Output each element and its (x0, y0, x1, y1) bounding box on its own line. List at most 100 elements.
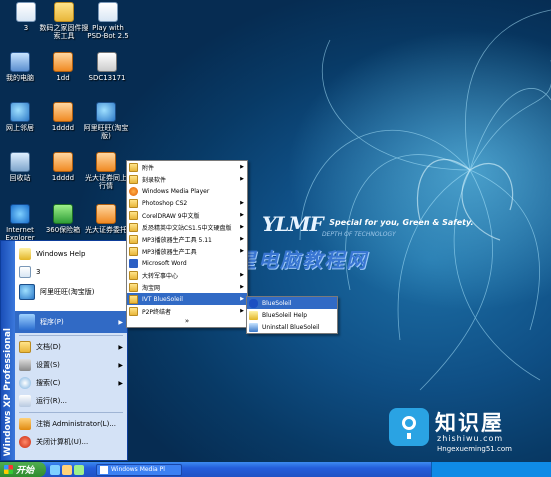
ie-icon (10, 204, 30, 224)
start-item-shutdown[interactable]: 关闭计算机(U)... (15, 433, 127, 451)
folder-icon (129, 210, 138, 220)
start-item-windows-help[interactable]: Windows Help (15, 245, 127, 263)
app-icon[interactable] (74, 464, 84, 475)
site-url: Hngexueming51.com (437, 445, 512, 453)
wallpaper-brand: YLMF Special for you, Green & Safety. DE… (262, 212, 474, 238)
brand-tagline: Special for you, Green & Safety. (329, 218, 474, 227)
start-item-3[interactable]: 3 (15, 263, 127, 281)
programs-menu: 附件 ▶ 刻录软件 ▶ Windows Media Player Photoshop… (126, 160, 248, 328)
menu-item-ivt-bluesoleil[interactable]: IVT BlueSoleil ▶ (127, 293, 247, 305)
arrow-right-icon: ▶ (118, 318, 123, 326)
arrow-right-icon: ▶ (240, 308, 244, 314)
menu-item[interactable]: 大转军事中心 ▶ (127, 269, 247, 281)
folder-icon (129, 174, 138, 184)
run-icon (19, 395, 31, 407)
menu-item[interactable]: Windows Media Player (127, 185, 247, 197)
app-icon (96, 152, 116, 172)
network-icon (10, 102, 30, 122)
video-icon (97, 52, 117, 72)
arrow-right-icon: ▶ (240, 236, 244, 242)
document-icon (98, 2, 118, 22)
folder-icon (129, 306, 138, 316)
start-menu: Windows XP Professional Windows Help 3 阿… (0, 240, 128, 461)
arrow-right-icon: ▶ (240, 296, 244, 302)
recycle-bin-icon (10, 152, 30, 172)
desktop-icon[interactable]: 回收站 (0, 152, 43, 182)
folder-icon (129, 222, 138, 232)
start-item-settings[interactable]: 设置(S) ▶ (15, 356, 127, 374)
desktop-icon[interactable]: 1dd (40, 52, 86, 82)
desktop-icon[interactable]: 1dddd (40, 102, 86, 132)
folder-icon (129, 162, 138, 172)
folder-icon (129, 270, 138, 280)
start-item-programs[interactable]: 程序(P) ▶ (15, 311, 127, 333)
uninstall-icon (249, 322, 258, 332)
start-item-logoff[interactable]: 注销 Administrator(L)... (15, 415, 127, 433)
taskbar: 开始 Windows Media Pl (0, 462, 551, 477)
desktop-icon[interactable]: 360保险箱 (40, 204, 86, 234)
brand-logo: YLMF (262, 212, 324, 236)
start-button[interactable]: 开始 (0, 462, 46, 477)
desktop-icon[interactable]: 阿里旺旺(淘宝版) (82, 102, 130, 140)
desktop-icon[interactable]: 1dddd (40, 152, 86, 182)
folder-icon (129, 198, 138, 208)
menu-item-bluesoleil[interactable]: BlueSoleil (247, 297, 337, 309)
word-icon (129, 258, 138, 268)
start-item-run[interactable]: 运行(R)... (15, 392, 127, 410)
more-items-chevron[interactable]: » (127, 317, 247, 327)
ie-icon[interactable] (50, 464, 60, 475)
start-item-documents[interactable]: 文档(D) ▶ (15, 338, 127, 356)
windows-flag-icon (4, 465, 13, 474)
media-player-icon (100, 465, 108, 474)
desktop-icon[interactable]: 网上邻居 (0, 102, 43, 132)
app-icon (96, 204, 116, 224)
menu-item[interactable]: 反恐精英中文站CS1.5中文硬盘版 ▶ (127, 221, 247, 233)
desktop-icon[interactable]: 我的电脑 (0, 52, 43, 82)
document-icon (16, 2, 36, 22)
documents-icon (19, 341, 31, 353)
key-icon (19, 418, 31, 430)
desktop-icon[interactable]: SDC13171 (84, 52, 130, 82)
folder-icon (129, 282, 138, 292)
menu-item[interactable]: Microsoft Word (127, 257, 247, 269)
help-icon (19, 248, 31, 260)
arrow-right-icon: ▶ (240, 164, 244, 170)
folder-icon (129, 234, 138, 244)
desktop-icon[interactable]: Internet Explorer (0, 204, 43, 242)
menu-item[interactable]: Photoshop CS2 ▶ (127, 197, 247, 209)
settings-icon (19, 359, 31, 371)
arrow-right-icon: ▶ (240, 224, 244, 230)
help-icon (249, 310, 258, 320)
menu-item[interactable]: 淘宝网 ▶ (127, 281, 247, 293)
arrow-right-icon: ▶ (240, 284, 244, 290)
menu-item-bluesoleil-help[interactable]: BlueSoleil Help (247, 309, 337, 321)
menu-item[interactable]: MP3播放器生产工具 ▶ (127, 245, 247, 257)
app-icon (53, 52, 73, 72)
menu-item[interactable]: CorelDRAW 9中文版 ▶ (127, 209, 247, 221)
desktop-icon[interactable]: 光大证券同上行情 (82, 152, 130, 190)
menu-item[interactable]: 刻录软件 ▶ (127, 173, 247, 185)
bluetooth-icon (249, 298, 258, 308)
folder-icon (54, 2, 74, 22)
desktop-icon[interactable]: 光大证券委托 (82, 204, 130, 234)
desktop-icon[interactable]: Play with PSD-Bot 2.5 (84, 2, 132, 40)
menu-item[interactable]: 附件 ▶ (127, 161, 247, 173)
site-name: 知识屋 (435, 411, 504, 435)
site-domain: zhishiwu.com (437, 434, 504, 443)
arrow-right-icon: ▶ (240, 212, 244, 218)
quick-launch (50, 464, 84, 475)
arrow-right-icon: ▶ (240, 272, 244, 278)
bluesoleil-menu: BlueSoleil BlueSoleil Help Uninstall Blu… (246, 296, 338, 334)
brand-subtitle: DEPTH OF TECHNOLOGY (322, 231, 396, 238)
taskbar-task-media-player[interactable]: Windows Media Pl (96, 463, 182, 476)
network-icon (19, 284, 35, 300)
power-icon (19, 436, 31, 448)
start-item-aliwangwang[interactable]: 阿里旺旺(淘宝版) (15, 281, 127, 303)
show-desktop-icon[interactable] (62, 464, 72, 475)
start-item-search[interactable]: 搜索(C) ▶ (15, 374, 127, 392)
computer-icon (10, 52, 30, 72)
desktop-icon[interactable]: 数码之家固件搜索工具 (38, 2, 90, 40)
menu-item[interactable]: MP3播放器生产工具 5.11 ▶ (127, 233, 247, 245)
menu-item[interactable]: P2P终结者 ▶ (127, 305, 247, 317)
menu-item-uninstall-bluesoleil[interactable]: Uninstall BlueSoleil (247, 321, 337, 333)
